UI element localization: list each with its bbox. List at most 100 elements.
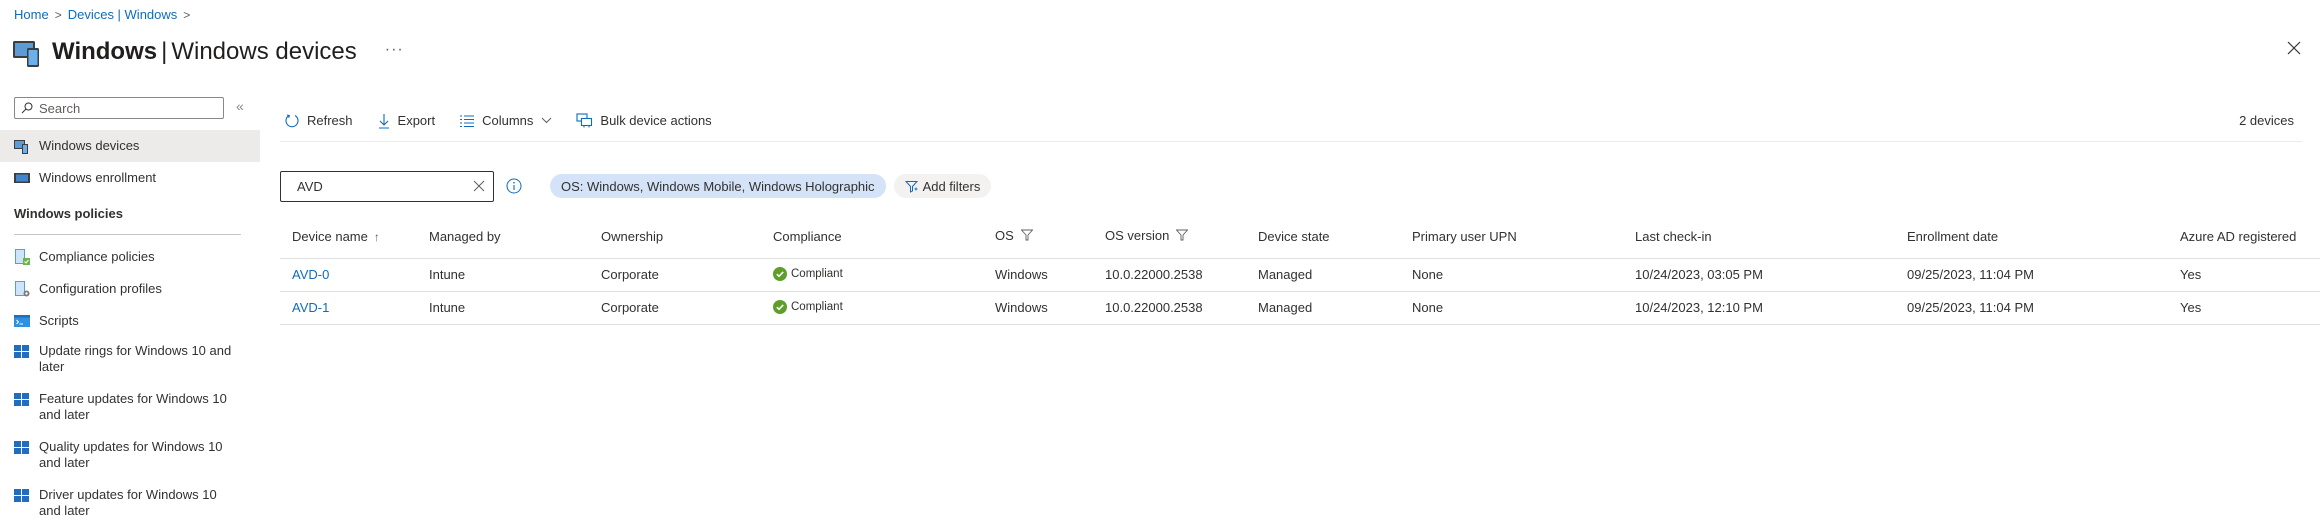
breadcrumb-home[interactable]: Home (14, 7, 49, 22)
export-button[interactable]: Export (373, 106, 440, 136)
sidebar-nav: Windows devices Windows enrollment Windo… (0, 130, 260, 529)
scripts-icon (14, 313, 30, 329)
sidebar-item-feature-updates[interactable]: Feature updates for Windows 10 and later (0, 385, 260, 433)
sidebar-item-quality-updates[interactable]: Quality updates for Windows 10 and later (0, 433, 260, 481)
column-header-os[interactable]: OS (983, 215, 1093, 259)
column-header-os-version[interactable]: OS version (1093, 215, 1246, 259)
toolbar: Refresh Export Columns Bulk device actio… (280, 100, 2302, 142)
enrollment-icon (14, 170, 30, 186)
cell-last-check-in: 10/24/2023, 12:10 PM (1623, 291, 1895, 325)
table-header-row: Device name ↑ Managed by Ownership Compli… (280, 215, 2320, 259)
info-button[interactable] (506, 178, 522, 194)
clear-search-button[interactable] (473, 180, 485, 192)
column-header-device-name[interactable]: Device name ↑ (280, 215, 417, 259)
column-header-ownership[interactable]: Ownership (589, 215, 761, 259)
cell-os-version: 10.0.22000.2538 (1093, 291, 1246, 325)
cell-compliance: Compliant (761, 291, 983, 325)
chevron-right-icon: > (54, 7, 62, 22)
column-header-azure-ad-registered[interactable]: Azure AD registered (2168, 215, 2320, 259)
cell-primary-user-upn: None (1400, 291, 1623, 325)
bulk-device-actions-button[interactable]: Bulk device actions (572, 106, 715, 136)
filter-icon[interactable] (1175, 229, 1189, 244)
cell-device-name: AVD-1 (280, 291, 417, 325)
sidebar-item-label: Windows devices (39, 138, 140, 153)
sidebar-item-label: Quality updates for Windows 10 and later (39, 439, 223, 470)
refresh-label: Refresh (307, 113, 353, 128)
cell-device-state: Managed (1246, 258, 1400, 292)
cell-managed-by: Intune (417, 258, 589, 292)
bulk-actions-icon (576, 113, 593, 128)
columns-icon (460, 114, 475, 127)
cell-ownership: Corporate (589, 291, 761, 325)
sidebar-item-configuration-profiles[interactable]: Configuration profiles (0, 273, 260, 305)
columns-button[interactable]: Columns (455, 106, 556, 136)
close-icon (2287, 41, 2301, 55)
windows-logo-icon (14, 489, 30, 505)
add-filters-label: Add filters (922, 178, 981, 194)
page-header: Windows | Windows devices ··· (12, 32, 404, 72)
export-label: Export (397, 113, 436, 128)
download-icon (378, 113, 389, 129)
column-header-managed-by[interactable]: Managed by (417, 215, 589, 259)
column-header-compliance[interactable]: Compliance (761, 215, 983, 259)
sidebar-search[interactable] (14, 97, 224, 119)
windows-logo-icon (14, 345, 30, 361)
breadcrumb: Home > Devices | Windows > (14, 7, 190, 22)
sidebar-item-label: Configuration profiles (39, 281, 162, 296)
windows-logo-icon (14, 393, 30, 409)
windows-logo-icon (14, 441, 30, 457)
devices-icon (14, 138, 30, 154)
filter-icon[interactable] (1020, 229, 1034, 244)
section-windows-policies: Windows policies (14, 206, 123, 221)
sort-ascending-icon: ↑ (373, 229, 380, 244)
os-filter-pill[interactable]: OS: Windows, Windows Mobile, Windows Hol… (550, 174, 886, 198)
add-filters-button[interactable]: Add filters (893, 174, 992, 198)
cell-azure-ad-registered: Yes (2168, 258, 2320, 292)
chevron-right-icon: > (183, 7, 191, 22)
collapse-sidebar-button[interactable]: « (236, 98, 244, 114)
page-title: Windows | Windows devices (52, 38, 357, 65)
device-link[interactable]: AVD-1 (292, 300, 329, 315)
sidebar-item-label: Windows enrollment (39, 170, 157, 185)
device-link[interactable]: AVD-0 (292, 267, 329, 282)
sidebar-item-compliance-policies[interactable]: Compliance policies (0, 241, 260, 273)
sidebar-item-label: Update rings for Windows 10 and later (39, 343, 232, 374)
device-search-box[interactable] (280, 170, 494, 202)
checkmark-circle-icon (773, 300, 787, 314)
bulk-device-actions-label: Bulk device actions (600, 113, 712, 128)
cell-device-name: AVD-0 (280, 258, 417, 292)
more-options-button[interactable]: ··· (385, 41, 404, 59)
sidebar-item-label: Feature updates for Windows 10 and later (39, 391, 227, 422)
cell-enrollment-date: 09/25/2023, 11:04 PM (1895, 291, 2168, 325)
cell-os: Windows (983, 258, 1093, 292)
refresh-button[interactable]: Refresh (280, 106, 357, 136)
sidebar-item-windows-devices[interactable]: Windows devices (0, 130, 260, 162)
sidebar-item-windows-enrollment[interactable]: Windows enrollment (0, 162, 260, 194)
sidebar-item-update-rings[interactable]: Update rings for Windows 10 and later (0, 337, 260, 385)
column-header-primary-user-upn[interactable]: Primary user UPN (1400, 215, 1623, 259)
cell-managed-by: Intune (417, 291, 589, 325)
sidebar-item-scripts[interactable]: Scripts (0, 305, 260, 337)
column-header-device-state[interactable]: Device state (1246, 215, 1400, 259)
chevron-down-icon (542, 117, 552, 124)
device-search-input[interactable] (297, 178, 473, 194)
configuration-profile-icon (14, 281, 30, 297)
breadcrumb-devices-windows[interactable]: Devices | Windows (68, 7, 178, 22)
table-row[interactable]: AVD-0 Intune Corporate Compliant Windows… (280, 258, 2320, 292)
cell-enrollment-date: 09/25/2023, 11:04 PM (1895, 258, 2168, 292)
search-icon (21, 102, 33, 114)
columns-label: Columns (482, 113, 534, 128)
checkmark-circle-icon (773, 267, 787, 281)
close-button[interactable] (2284, 38, 2304, 58)
cell-os-version: 10.0.22000.2538 (1093, 258, 1246, 292)
table-row[interactable]: AVD-1 Intune Corporate Compliant Windows… (280, 291, 2320, 325)
column-header-enrollment-date[interactable]: Enrollment date (1895, 215, 2168, 259)
sidebar-search-input[interactable] (39, 100, 209, 116)
compliance-policy-icon (14, 249, 30, 265)
divider (14, 234, 241, 235)
cell-primary-user-upn: None (1400, 258, 1623, 292)
devices-table: Device name ↑ Managed by Ownership Compli… (280, 215, 2320, 325)
sidebar-item-driver-updates[interactable]: Driver updates for Windows 10 and later (0, 481, 260, 529)
column-header-last-check-in[interactable]: Last check-in (1623, 215, 1895, 259)
sidebar-item-label: Compliance policies (39, 249, 155, 264)
